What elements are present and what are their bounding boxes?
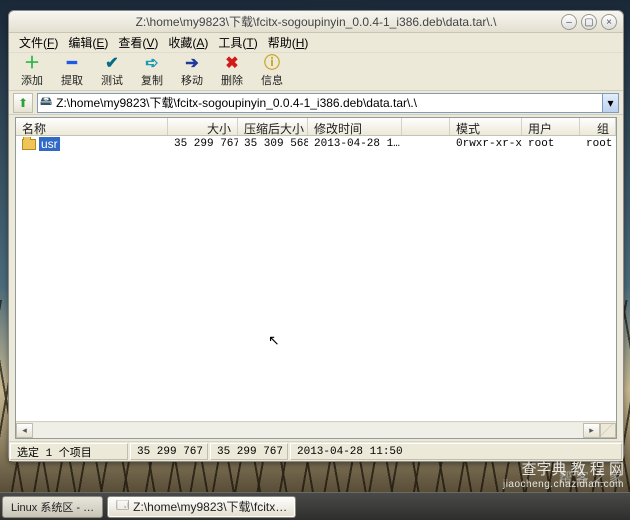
column-headers[interactable]: 名称 大小 压缩后大小 修改时间 模式 用户 组 [16,118,616,136]
delete-button-icon: ✖ [225,56,238,72]
status-size1: 35 299 767 [130,443,208,460]
menu-item-4[interactable]: 工具(T) [214,33,261,52]
move-button[interactable]: ➔移动 [175,56,209,88]
move-button-label: 移动 [181,72,203,88]
test-button-icon: ✔ [105,56,118,72]
menu-item-3[interactable]: 收藏(A) [164,33,212,52]
extract-button[interactable]: ━提取 [55,56,89,88]
cell-packed: 35 309 568 [238,138,308,150]
menu-item-5[interactable]: 帮助(H) [264,33,313,52]
archive-window: Z:\home\my9823\下载\fcitx-sogoupinyin_0.0.… [8,10,624,462]
copy-button-icon: ➪ [145,56,158,72]
minimize-button[interactable]: – [561,14,577,30]
menu-item-2[interactable]: 查看(V) [114,33,162,52]
toolbar: ＋添加━提取✔测试➪复制➔移动✖删除ⓘ信息 [9,53,623,91]
window-icon: 🗔 [116,496,129,517]
drive-icon: 🖴 [40,92,52,113]
extract-button-icon: ━ [67,56,77,72]
col-mtime[interactable]: 修改时间 [308,118,402,135]
status-size2: 35 299 767 [210,443,288,460]
col-size[interactable]: 大小 [168,118,238,135]
close-button[interactable]: × [601,14,617,30]
info-button[interactable]: ⓘ信息 [255,56,289,88]
h-scrollbar[interactable]: ◂ ▸ [16,421,616,438]
watermark-chazidian: 查字典 教 程 网 jiaocheng.chazidian.com [503,458,624,490]
col-name[interactable]: 名称 [16,118,168,135]
col-group[interactable]: 组 [580,118,616,135]
add-button-icon: ＋ [24,56,40,72]
address-field[interactable]: 🖴 Z:\home\my9823\下载\fcitx-sogoupinyin_0.… [37,93,619,113]
status-selection: 选定 1 个项目 [10,443,128,460]
table-row[interactable]: usr 35 299 767 35 309 568 2013-04-28 1… … [16,136,616,152]
add-button-label: 添加 [21,72,43,88]
col-mode[interactable]: 模式 [450,118,522,135]
cell-group: root [580,138,616,150]
info-button-icon: ⓘ [264,56,280,72]
add-button[interactable]: ＋添加 [15,56,49,88]
delete-button-label: 删除 [221,72,243,88]
move-button-icon: ➔ [185,56,198,72]
copy-button[interactable]: ➪复制 [135,56,169,88]
cell-name: usr [16,137,168,151]
address-bar: ⬆ 🖴 Z:\home\my9823\下载\fcitx-sogoupinyin_… [9,91,623,115]
folder-icon [22,139,36,150]
rows-area[interactable]: usr 35 299 767 35 309 568 2013-04-28 1… … [16,136,616,421]
cell-mode: 0rwxr-xr-x [450,138,522,150]
window-title: Z:\home\my9823\下载\fcitx-sogoupinyin_0.0.… [136,13,497,30]
cell-user: root [522,138,580,150]
cell-size: 35 299 767 [168,138,238,150]
info-button-label: 信息 [261,72,283,88]
scroll-left-button[interactable]: ◂ [16,423,33,438]
taskbar-item-linux[interactable]: Linux 系统区 - … [2,496,103,518]
test-button-label: 测试 [101,72,123,88]
up-button[interactable]: ⬆ [13,93,33,113]
taskbar-item-archive[interactable]: 🗔 Z:\home\my9823\下载\fcitx… [107,496,296,518]
test-button[interactable]: ✔测试 [95,56,129,88]
menu-item-1[interactable]: 编辑(E) [64,33,112,52]
col-user[interactable]: 用户 [522,118,580,135]
col-gap [402,118,450,135]
address-dropdown[interactable]: ▾ [602,94,618,112]
cell-mtime: 2013-04-28 1… [308,138,402,150]
col-packed[interactable]: 压缩后大小 [238,118,308,135]
scroll-right-button[interactable]: ▸ [583,423,600,438]
address-path: Z:\home\my9823\下载\fcitx-sogoupinyin_0.0.… [56,94,417,111]
menu-item-0[interactable]: 文件(F) [15,33,62,52]
taskbar[interactable]: Linux 系统区 - … 🗔 Z:\home\my9823\下载\fcitx… [0,492,630,520]
resize-grip[interactable] [600,423,616,438]
titlebar[interactable]: Z:\home\my9823\下载\fcitx-sogoupinyin_0.0.… [9,11,623,33]
copy-button-label: 复制 [141,72,163,88]
extract-button-label: 提取 [61,72,83,88]
maximize-button[interactable]: ▢ [581,14,597,30]
file-list: 名称 大小 压缩后大小 修改时间 模式 用户 组 usr 35 299 767 … [15,117,617,439]
delete-button[interactable]: ✖删除 [215,56,249,88]
menubar: 文件(F)编辑(E)查看(V)收藏(A)工具(T)帮助(H) [9,33,623,53]
scroll-track[interactable] [33,423,583,438]
